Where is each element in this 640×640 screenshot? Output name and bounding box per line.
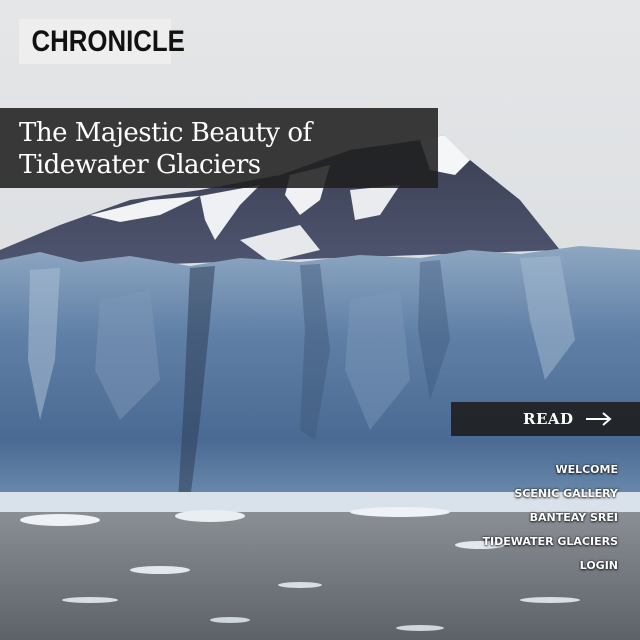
nav-item-scenic-gallery[interactable]: SCENIC GALLERY	[483, 482, 618, 506]
site-logo[interactable]: CHRONICLE	[19, 19, 185, 64]
page: CHRONICLE The Majestic Beauty of Tidewat…	[0, 0, 640, 640]
nav-item-tidewater-glaciers[interactable]: TIDEWATER GLACIERS	[483, 530, 618, 554]
read-button-label: READ	[523, 410, 574, 428]
hero-title-line-2: Tidewater Glaciers	[19, 150, 261, 180]
nav-item-login[interactable]: LOGIN	[483, 554, 618, 578]
hero-title-line-1: The Majestic Beauty of	[19, 118, 312, 148]
hero-title-box: The Majestic Beauty of Tidewater Glacier…	[0, 108, 438, 188]
read-button[interactable]: READ	[451, 402, 640, 436]
nav-item-banteay-srei[interactable]: BANTEAY SREI	[483, 506, 618, 530]
arrow-right-icon	[586, 412, 612, 426]
nav-item-welcome[interactable]: WELCOME	[483, 458, 618, 482]
logo-text: CHRONICLE	[31, 25, 185, 58]
main-nav: WELCOME SCENIC GALLERY BANTEAY SREI TIDE…	[483, 458, 618, 578]
